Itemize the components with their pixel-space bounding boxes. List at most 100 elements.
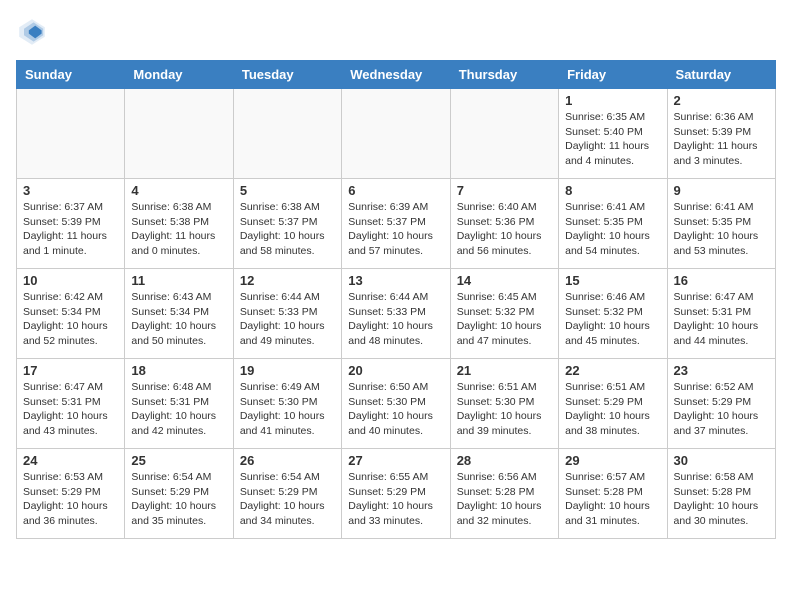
day-info: Sunrise: 6:48 AM Sunset: 5:31 PM Dayligh…	[131, 380, 226, 439]
day-number: 18	[131, 363, 226, 378]
day-number: 11	[131, 273, 226, 288]
day-info: Sunrise: 6:51 AM Sunset: 5:29 PM Dayligh…	[565, 380, 660, 439]
day-info: Sunrise: 6:44 AM Sunset: 5:33 PM Dayligh…	[240, 290, 335, 349]
day-number: 19	[240, 363, 335, 378]
day-number: 10	[23, 273, 118, 288]
calendar-cell: 14 Sunrise: 6:45 AM Sunset: 5:32 PM Dayli…	[450, 269, 558, 359]
calendar-header-tuesday: Tuesday	[233, 61, 341, 89]
day-number: 28	[457, 453, 552, 468]
calendar-cell: 1 Sunrise: 6:35 AM Sunset: 5:40 PM Daylig…	[559, 89, 667, 179]
calendar-header-thursday: Thursday	[450, 61, 558, 89]
day-number: 3	[23, 183, 118, 198]
calendar-cell	[125, 89, 233, 179]
calendar-week-row: 10 Sunrise: 6:42 AM Sunset: 5:34 PM Dayli…	[17, 269, 776, 359]
day-number: 2	[674, 93, 769, 108]
day-number: 7	[457, 183, 552, 198]
day-number: 20	[348, 363, 443, 378]
day-info: Sunrise: 6:38 AM Sunset: 5:38 PM Dayligh…	[131, 200, 226, 259]
day-number: 9	[674, 183, 769, 198]
day-info: Sunrise: 6:52 AM Sunset: 5:29 PM Dayligh…	[674, 380, 769, 439]
day-info: Sunrise: 6:42 AM Sunset: 5:34 PM Dayligh…	[23, 290, 118, 349]
calendar-cell: 20 Sunrise: 6:50 AM Sunset: 5:30 PM Dayli…	[342, 359, 450, 449]
calendar-cell: 16 Sunrise: 6:47 AM Sunset: 5:31 PM Dayli…	[667, 269, 775, 359]
day-number: 17	[23, 363, 118, 378]
calendar-cell: 15Sunrise: 6:46 AM Sunset: 5:32 PM Dayli…	[559, 269, 667, 359]
calendar-cell: 3 Sunrise: 6:37 AM Sunset: 5:39 PM Daylig…	[17, 179, 125, 269]
day-number: 14	[457, 273, 552, 288]
day-number: 25	[131, 453, 226, 468]
calendar-cell: 22 Sunrise: 6:51 AM Sunset: 5:29 PM Dayli…	[559, 359, 667, 449]
day-info: Sunrise: 6:51 AM Sunset: 5:30 PM Dayligh…	[457, 380, 552, 439]
day-number: 22	[565, 363, 660, 378]
calendar-cell: 25 Sunrise: 6:54 AM Sunset: 5:29 PM Dayli…	[125, 449, 233, 539]
day-number: 30	[674, 453, 769, 468]
calendar-cell: 9 Sunrise: 6:41 AM Sunset: 5:35 PM Daylig…	[667, 179, 775, 269]
day-info: Sunrise: 6:57 AM Sunset: 5:28 PM Dayligh…	[565, 470, 660, 529]
day-number: 27	[348, 453, 443, 468]
calendar-cell: 28 Sunrise: 6:56 AM Sunset: 5:28 PM Dayli…	[450, 449, 558, 539]
day-number: 26	[240, 453, 335, 468]
calendar-cell: 29 Sunrise: 6:57 AM Sunset: 5:28 PM Dayli…	[559, 449, 667, 539]
day-info: Sunrise: 6:38 AM Sunset: 5:37 PM Dayligh…	[240, 200, 335, 259]
day-info: Sunrise: 6:53 AM Sunset: 5:29 PM Dayligh…	[23, 470, 118, 529]
day-info: Sunrise: 6:54 AM Sunset: 5:29 PM Dayligh…	[131, 470, 226, 529]
day-info: Sunrise: 6:41 AM Sunset: 5:35 PM Dayligh…	[565, 200, 660, 259]
day-info: Sunrise: 6:41 AM Sunset: 5:35 PM Dayligh…	[674, 200, 769, 259]
calendar-week-row: 24Sunrise: 6:53 AM Sunset: 5:29 PM Dayli…	[17, 449, 776, 539]
calendar-cell: 2Sunrise: 6:36 AM Sunset: 5:39 PM Daylig…	[667, 89, 775, 179]
calendar-cell: 12 Sunrise: 6:44 AM Sunset: 5:33 PM Dayli…	[233, 269, 341, 359]
calendar-week-row: 3 Sunrise: 6:37 AM Sunset: 5:39 PM Daylig…	[17, 179, 776, 269]
calendar-cell: 17 Sunrise: 6:47 AM Sunset: 5:31 PM Dayli…	[17, 359, 125, 449]
day-number: 6	[348, 183, 443, 198]
logo-icon	[16, 16, 48, 48]
calendar-header-sunday: Sunday	[17, 61, 125, 89]
calendar-header-monday: Monday	[125, 61, 233, 89]
day-info: Sunrise: 6:55 AM Sunset: 5:29 PM Dayligh…	[348, 470, 443, 529]
calendar-cell	[233, 89, 341, 179]
calendar-cell: 13 Sunrise: 6:44 AM Sunset: 5:33 PM Dayli…	[342, 269, 450, 359]
day-number: 16	[674, 273, 769, 288]
calendar-cell: 6Sunrise: 6:39 AM Sunset: 5:37 PM Daylig…	[342, 179, 450, 269]
day-number: 4	[131, 183, 226, 198]
day-info: Sunrise: 6:43 AM Sunset: 5:34 PM Dayligh…	[131, 290, 226, 349]
calendar-cell: 23Sunrise: 6:52 AM Sunset: 5:29 PM Dayli…	[667, 359, 775, 449]
day-info: Sunrise: 6:40 AM Sunset: 5:36 PM Dayligh…	[457, 200, 552, 259]
day-info: Sunrise: 6:54 AM Sunset: 5:29 PM Dayligh…	[240, 470, 335, 529]
day-info: Sunrise: 6:49 AM Sunset: 5:30 PM Dayligh…	[240, 380, 335, 439]
day-number: 8	[565, 183, 660, 198]
calendar-week-row: 1 Sunrise: 6:35 AM Sunset: 5:40 PM Daylig…	[17, 89, 776, 179]
calendar-header-friday: Friday	[559, 61, 667, 89]
day-number: 1	[565, 93, 660, 108]
calendar-week-row: 17 Sunrise: 6:47 AM Sunset: 5:31 PM Dayli…	[17, 359, 776, 449]
logo	[16, 16, 52, 48]
calendar-cell: 11 Sunrise: 6:43 AM Sunset: 5:34 PM Dayli…	[125, 269, 233, 359]
day-info: Sunrise: 6:58 AM Sunset: 5:28 PM Dayligh…	[674, 470, 769, 529]
calendar-cell: 24Sunrise: 6:53 AM Sunset: 5:29 PM Dayli…	[17, 449, 125, 539]
calendar-table: SundayMondayTuesdayWednesdayThursdayFrid…	[16, 60, 776, 539]
calendar-header-wednesday: Wednesday	[342, 61, 450, 89]
day-number: 29	[565, 453, 660, 468]
day-number: 13	[348, 273, 443, 288]
day-info: Sunrise: 6:37 AM Sunset: 5:39 PM Dayligh…	[23, 200, 118, 259]
day-info: Sunrise: 6:47 AM Sunset: 5:31 PM Dayligh…	[674, 290, 769, 349]
day-number: 21	[457, 363, 552, 378]
day-info: Sunrise: 6:56 AM Sunset: 5:28 PM Dayligh…	[457, 470, 552, 529]
day-info: Sunrise: 6:50 AM Sunset: 5:30 PM Dayligh…	[348, 380, 443, 439]
calendar-cell: 7 Sunrise: 6:40 AM Sunset: 5:36 PM Daylig…	[450, 179, 558, 269]
day-info: Sunrise: 6:47 AM Sunset: 5:31 PM Dayligh…	[23, 380, 118, 439]
calendar-cell: 4 Sunrise: 6:38 AM Sunset: 5:38 PM Daylig…	[125, 179, 233, 269]
calendar-header-row: SundayMondayTuesdayWednesdayThursdayFrid…	[17, 61, 776, 89]
day-number: 5	[240, 183, 335, 198]
calendar-cell: 5 Sunrise: 6:38 AM Sunset: 5:37 PM Daylig…	[233, 179, 341, 269]
calendar-cell: 21 Sunrise: 6:51 AM Sunset: 5:30 PM Dayli…	[450, 359, 558, 449]
calendar-cell	[450, 89, 558, 179]
day-info: Sunrise: 6:35 AM Sunset: 5:40 PM Dayligh…	[565, 110, 660, 169]
day-info: Sunrise: 6:45 AM Sunset: 5:32 PM Dayligh…	[457, 290, 552, 349]
day-info: Sunrise: 6:44 AM Sunset: 5:33 PM Dayligh…	[348, 290, 443, 349]
calendar-cell: 18 Sunrise: 6:48 AM Sunset: 5:31 PM Dayli…	[125, 359, 233, 449]
calendar-cell	[342, 89, 450, 179]
calendar-cell	[17, 89, 125, 179]
calendar-cell: 27 Sunrise: 6:55 AM Sunset: 5:29 PM Dayli…	[342, 449, 450, 539]
calendar-cell: 30 Sunrise: 6:58 AM Sunset: 5:28 PM Dayli…	[667, 449, 775, 539]
day-number: 12	[240, 273, 335, 288]
